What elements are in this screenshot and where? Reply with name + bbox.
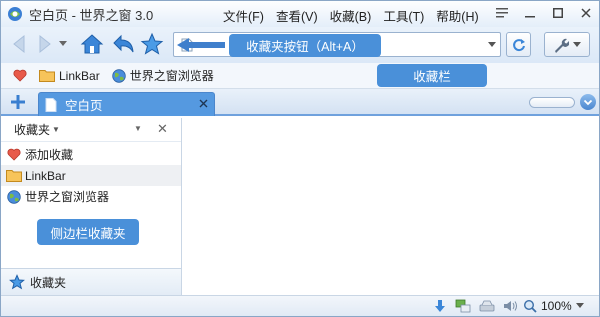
sidebar-header: 收藏夹 ▼ ▼ ✕ [1, 118, 181, 142]
sidebar-title[interactable]: 收藏夹 [14, 121, 50, 138]
window-title: 空白页 - 世界之窗 3.0 [29, 7, 154, 23]
menu-file[interactable]: 文件(F) [223, 6, 264, 25]
chevron-down-icon [573, 41, 581, 47]
zoom-control[interactable]: 100% [523, 299, 584, 313]
tab-bar: 空白页 [1, 89, 599, 116]
home-button[interactable] [79, 31, 105, 57]
bookmark-bar-callout: 收藏栏 [377, 64, 487, 87]
tools-button[interactable] [544, 32, 590, 57]
app-logo-icon [8, 7, 22, 21]
bookmarks-bar: LinkBar 世界之窗浏览器 [1, 63, 599, 89]
sidebar-footer-favorites[interactable]: 收藏夹 [1, 268, 181, 295]
sidebar-item-theworld[interactable]: 世界之窗浏览器 [1, 186, 181, 207]
minimize-icon[interactable] [521, 5, 539, 21]
page-content[interactable] [183, 118, 599, 295]
bookmark-linkbar[interactable]: LinkBar [39, 69, 100, 83]
callout-arrow [177, 38, 225, 52]
menu-bar: 文件(F) 查看(V) 收藏(B) 工具(T) 帮助(H) [223, 6, 479, 25]
tab-menu-button[interactable] [580, 94, 596, 110]
sidebar-favorites-callout: 侧边栏收藏夹 [37, 219, 139, 245]
star-icon [140, 32, 164, 55]
chevron-down-icon [583, 99, 593, 106]
menu-view[interactable]: 查看(V) [276, 6, 318, 25]
refresh-icon [512, 38, 525, 51]
sidebar-favorites-panel: 收藏夹 ▼ ▼ ✕ 添加收藏 LinkBar 世界之窗浏览器 侧边栏收藏夹 收藏… [1, 118, 182, 295]
chevron-down-icon[interactable]: ▼ [52, 125, 60, 134]
menu-favorites[interactable]: 收藏(B) [330, 6, 372, 25]
sidebar-item-linkbar[interactable]: LinkBar [1, 165, 181, 186]
bookmark-label: LinkBar [59, 68, 100, 83]
sidebar-item-label: 世界之窗浏览器 [25, 190, 110, 204]
back-arrow-icon [13, 34, 25, 54]
sidebar-close-icon[interactable]: ✕ [157, 121, 168, 137]
heart-icon [13, 69, 27, 82]
undo-close-button[interactable] [111, 31, 137, 57]
chevron-down-icon [575, 303, 584, 308]
browser-window: 空白页 - 世界之窗 3.0 文件(F) 查看(V) 收藏(B) 工具(T) 帮… [0, 0, 600, 317]
folder-icon [6, 168, 22, 184]
close-icon[interactable] [577, 5, 595, 21]
undo-arrow-icon [113, 34, 134, 53]
tab-label: 空白页 [65, 99, 103, 113]
globe-icon [111, 68, 126, 83]
sidebar-item-add-favorite[interactable]: 添加收藏 [1, 144, 181, 165]
forward-button[interactable] [31, 31, 57, 57]
sidebar-item-label: 添加收藏 [25, 148, 74, 162]
wrench-icon [555, 38, 569, 53]
status-icons [433, 299, 519, 313]
speaker-icon[interactable] [503, 299, 519, 313]
heart-icon [6, 147, 22, 163]
settings-icon[interactable] [493, 5, 511, 21]
favorites-button-callout: 收藏夹按钮（Alt+A） [229, 34, 381, 57]
sidebar-item-label: LinkBar [25, 168, 66, 183]
page-icon [45, 97, 57, 112]
folder-icon [39, 70, 55, 82]
disk-icon[interactable] [479, 299, 495, 313]
star-icon [9, 274, 25, 290]
menu-tools[interactable]: 工具(T) [383, 6, 424, 25]
zoom-level: 100% [541, 299, 572, 313]
plus-icon [11, 95, 25, 109]
back-button[interactable] [7, 31, 33, 57]
sidebar-options-icon[interactable]: ▼ [134, 124, 142, 133]
window-controls [493, 5, 595, 21]
tab-blank-page[interactable]: 空白页 [38, 92, 215, 116]
home-icon [80, 34, 104, 54]
tab-search-box[interactable] [529, 97, 575, 108]
bookmark-label: 世界之窗浏览器 [129, 69, 214, 83]
new-tab-button[interactable] [9, 93, 27, 111]
favorites-button[interactable] [139, 31, 165, 57]
forward-arrow-icon [39, 34, 51, 54]
status-bar: 100% [1, 295, 599, 316]
menu-help[interactable]: 帮助(H) [436, 6, 478, 25]
maximize-icon[interactable] [549, 5, 567, 21]
bookmark-theworld[interactable]: 世界之窗浏览器 [111, 67, 214, 84]
address-dropdown-icon[interactable] [488, 42, 496, 47]
tab-close-icon[interactable] [199, 96, 208, 111]
magnifier-icon [523, 299, 537, 313]
globe-icon [6, 189, 22, 205]
history-dropdown[interactable] [57, 31, 69, 57]
title-bar: 空白页 - 世界之窗 3.0 文件(F) 查看(V) 收藏(B) 工具(T) 帮… [1, 1, 599, 27]
network-icon[interactable] [455, 299, 471, 313]
download-icon[interactable] [433, 299, 447, 313]
sidebar-footer-label: 收藏夹 [30, 275, 67, 290]
chevron-down-icon [59, 41, 67, 46]
refresh-button[interactable] [506, 32, 531, 57]
bookmarks-heart-button[interactable] [13, 69, 27, 82]
